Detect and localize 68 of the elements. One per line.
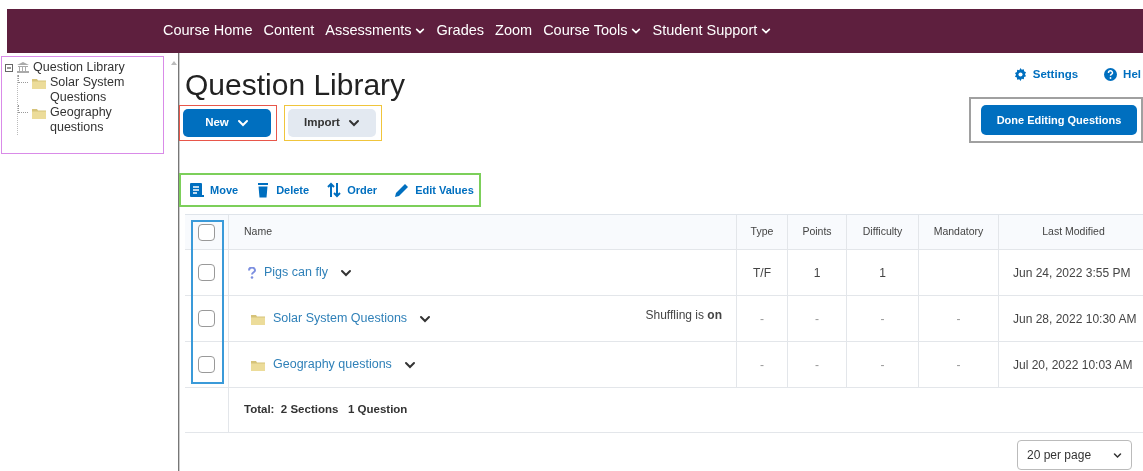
item-link[interactable]: Solar System Questions: [273, 309, 408, 328]
sort-arrows-icon: [326, 182, 343, 198]
nav-link[interactable]: Course Tools: [543, 20, 642, 42]
toolbar-action[interactable]: Order: [326, 181, 378, 199]
nav-link[interactable]: Course Home: [163, 20, 253, 42]
table-cell-text: -: [880, 356, 885, 374]
table-cell-text: Jun 28, 2022 10:30 AM: [1013, 310, 1137, 328]
checkbox[interactable]: [198, 264, 215, 281]
per-page-select[interactable]: 20 per page: [1017, 440, 1132, 470]
table-cell-text: 1: [879, 264, 886, 282]
column-header: Type: [750, 224, 774, 240]
folder-icon: [32, 107, 46, 119]
column-header: Last Modified: [1042, 224, 1105, 240]
table-cell-text: Jul 20, 2022 10:03 AM: [1013, 356, 1133, 374]
table-cell-text: T/F: [753, 264, 771, 282]
collapse-icon[interactable]: [5, 64, 13, 72]
help-icon: [1104, 68, 1118, 82]
table-cell-text: -: [760, 310, 764, 328]
bank-icon: [17, 62, 29, 73]
chevron-down-icon: [236, 117, 249, 129]
checkbox[interactable]: [198, 223, 215, 241]
chevron-down-icon: [761, 26, 772, 36]
column-header: Points: [802, 224, 832, 240]
folder-icon: [251, 358, 265, 371]
chevron-down-icon: [631, 26, 642, 36]
chevron-down-icon: [347, 117, 360, 129]
table-cell-text: -: [815, 356, 819, 374]
table-cell-text: -: [815, 310, 819, 328]
item-link[interactable]: Geography questions: [273, 355, 392, 374]
help-link[interactable]: Hel: [1104, 66, 1141, 84]
tree-item[interactable]: Solar System Questions: [50, 75, 160, 105]
question-mark-icon: [248, 266, 256, 279]
item-link[interactable]: Pigs can fly: [264, 263, 328, 282]
nav-link[interactable]: Assessments: [325, 20, 426, 42]
nav-link[interactable]: Zoom: [495, 20, 533, 42]
new-button[interactable]: New: [183, 109, 271, 137]
total-summary: Total: 2 Sections 1 Question: [244, 402, 408, 418]
checkbox[interactable]: [198, 356, 215, 373]
table-cell-text: -: [880, 310, 885, 328]
folder-icon: [251, 312, 265, 325]
nav-link[interactable]: Grades: [436, 20, 485, 42]
settings-icon: [1013, 68, 1027, 82]
shuffle-status: Shuffling is on: [645, 307, 722, 324]
chevron-down-icon: [1113, 450, 1122, 460]
toolbar-action[interactable]: Edit Values: [394, 181, 474, 199]
done-editing-button[interactable]: Done Editing Questions: [981, 105, 1137, 135]
tree-item[interactable]: Question Library: [33, 60, 125, 75]
table-cell-text: -: [760, 356, 764, 374]
table-cell-text: -: [956, 310, 961, 328]
checkbox[interactable]: [198, 310, 215, 327]
toolbar-action[interactable]: Delete: [255, 181, 310, 199]
column-header: Difficulty: [862, 224, 903, 240]
scroll-up-icon[interactable]: [171, 61, 177, 65]
pencil-icon: [394, 182, 411, 198]
table-cell-text: -: [956, 356, 961, 374]
table-cell-text: Jun 24, 2022 3:55 PM: [1013, 264, 1131, 282]
page-title: Question Library: [185, 67, 406, 103]
toolbar-action[interactable]: Move: [189, 181, 239, 199]
nav-link[interactable]: Content: [263, 20, 315, 42]
folder-icon: [32, 77, 46, 89]
column-header: Mandatory: [933, 224, 984, 240]
table-cell-text: 1: [813, 264, 821, 282]
nav-link[interactable]: Student Support: [652, 20, 772, 42]
settings-link[interactable]: Settings: [1013, 66, 1079, 84]
column-header: Name: [244, 224, 272, 240]
import-button[interactable]: Import: [288, 109, 376, 137]
tree-item[interactable]: Geography questions: [50, 105, 160, 135]
chevron-down-icon: [415, 26, 426, 36]
